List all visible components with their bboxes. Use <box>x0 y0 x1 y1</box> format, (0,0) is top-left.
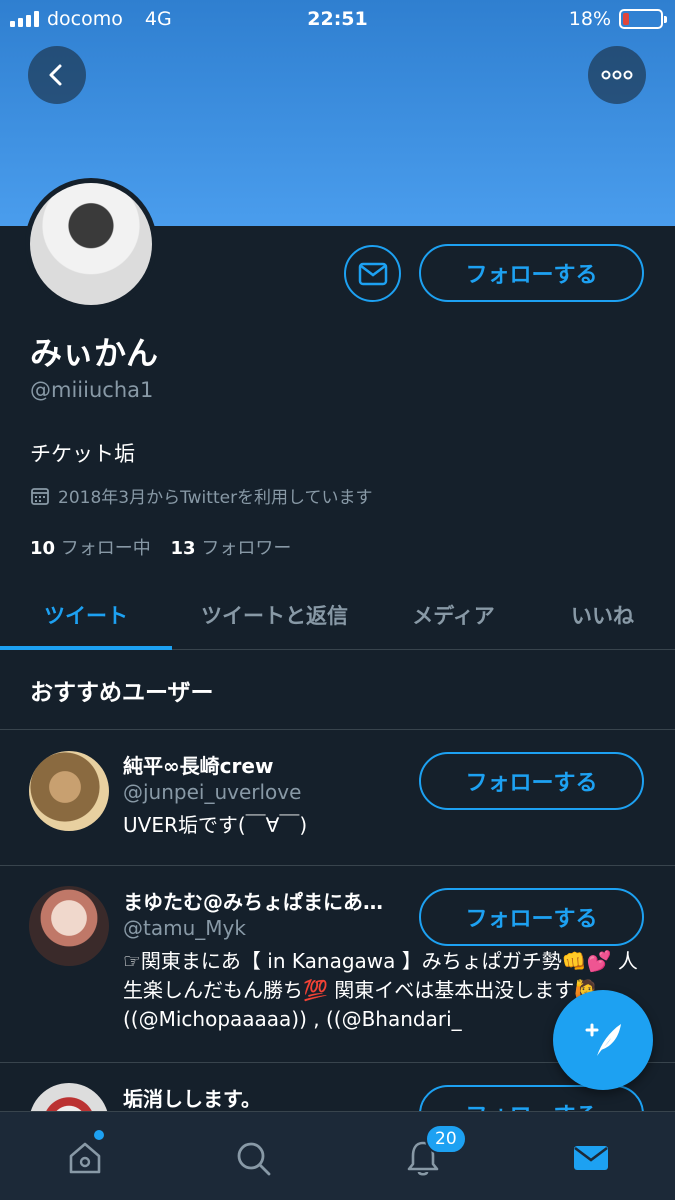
battery-icon <box>619 9 667 29</box>
following-label: フォロー中 <box>60 538 151 559</box>
compose-tweet-button[interactable] <box>553 990 653 1090</box>
tab-media[interactable]: メディア <box>377 580 530 650</box>
calendar-icon <box>31 487 49 505</box>
battery-level <box>623 13 630 25</box>
back-button[interactable] <box>28 46 86 104</box>
battery-percent: 18% <box>568 8 611 30</box>
followers-link[interactable]: 13 フォロワー <box>171 538 292 559</box>
more-options-button[interactable] <box>588 46 646 104</box>
joined-date: 2018年3月からTwitterを利用しています <box>30 483 373 508</box>
envelope-icon <box>358 262 387 285</box>
search-icon <box>237 1142 271 1176</box>
user-name: まゆたむ@みちょぱまにあ… <box>123 890 383 914</box>
nav-home[interactable] <box>61 1134 109 1182</box>
user-avatar[interactable] <box>29 751 109 831</box>
followers-label: フォロワー <box>201 538 292 559</box>
follow-button[interactable]: フォローする <box>419 752 644 810</box>
status-bar: docomo 4G 22:51 18% <box>0 0 675 38</box>
nav-messages[interactable] <box>567 1134 615 1182</box>
bottom-navigation <box>0 1111 675 1200</box>
user-name: 純平∞長崎crew <box>123 754 274 778</box>
message-button[interactable] <box>344 245 401 302</box>
notification-badge: 20 <box>425 1124 467 1154</box>
more-icon <box>601 70 633 80</box>
user-handle: @junpei_uverlove <box>123 780 302 804</box>
tab-likes[interactable]: いいね <box>530 580 675 650</box>
profile-avatar[interactable] <box>25 178 157 310</box>
user-description: UVER垢です(￣∀￣) <box>123 813 308 837</box>
tab-tweets[interactable]: ツイート <box>0 580 172 650</box>
nav-search[interactable] <box>229 1134 277 1182</box>
user-avatar[interactable] <box>29 886 109 966</box>
follow-button[interactable]: フォローする <box>419 888 644 946</box>
messages-icon <box>574 1146 608 1170</box>
profile-tabs: ツイート ツイートと返信 メディア いいね <box>0 580 675 650</box>
user-handle: @tamu_Myk <box>123 916 246 940</box>
joined-text: 2018年3月からTwitterを利用しています <box>58 488 373 508</box>
recommended-users-title: おすすめユーザー <box>0 650 675 730</box>
avatar-photo <box>30 183 152 305</box>
compose-feather-icon <box>585 1023 621 1056</box>
followers-count: 13 <box>170 538 196 559</box>
tab-tweets-and-replies[interactable]: ツイートと返信 <box>172 580 377 650</box>
home-icon <box>69 1142 101 1174</box>
following-link[interactable]: 10 フォロー中 <box>30 538 151 559</box>
profile-bio: チケット垢 <box>30 442 135 466</box>
follow-counts: 10 フォロー中 13 フォロワー <box>30 534 291 560</box>
user-name: 垢消しします。 <box>123 1087 261 1111</box>
back-arrow-icon <box>49 64 62 86</box>
profile-name: みぃかん <box>30 334 159 372</box>
profile-handle: @miiiucha1 <box>30 378 154 402</box>
user-avatar[interactable] <box>29 1083 109 1111</box>
new-content-dot <box>94 1130 104 1140</box>
following-count: 10 <box>30 538 56 559</box>
follow-button[interactable]: フォローする <box>419 244 644 302</box>
recommended-user-row[interactable]: 純平∞長崎crew @junpei_uverlove UVER垢です(￣∀￣) … <box>0 730 675 866</box>
